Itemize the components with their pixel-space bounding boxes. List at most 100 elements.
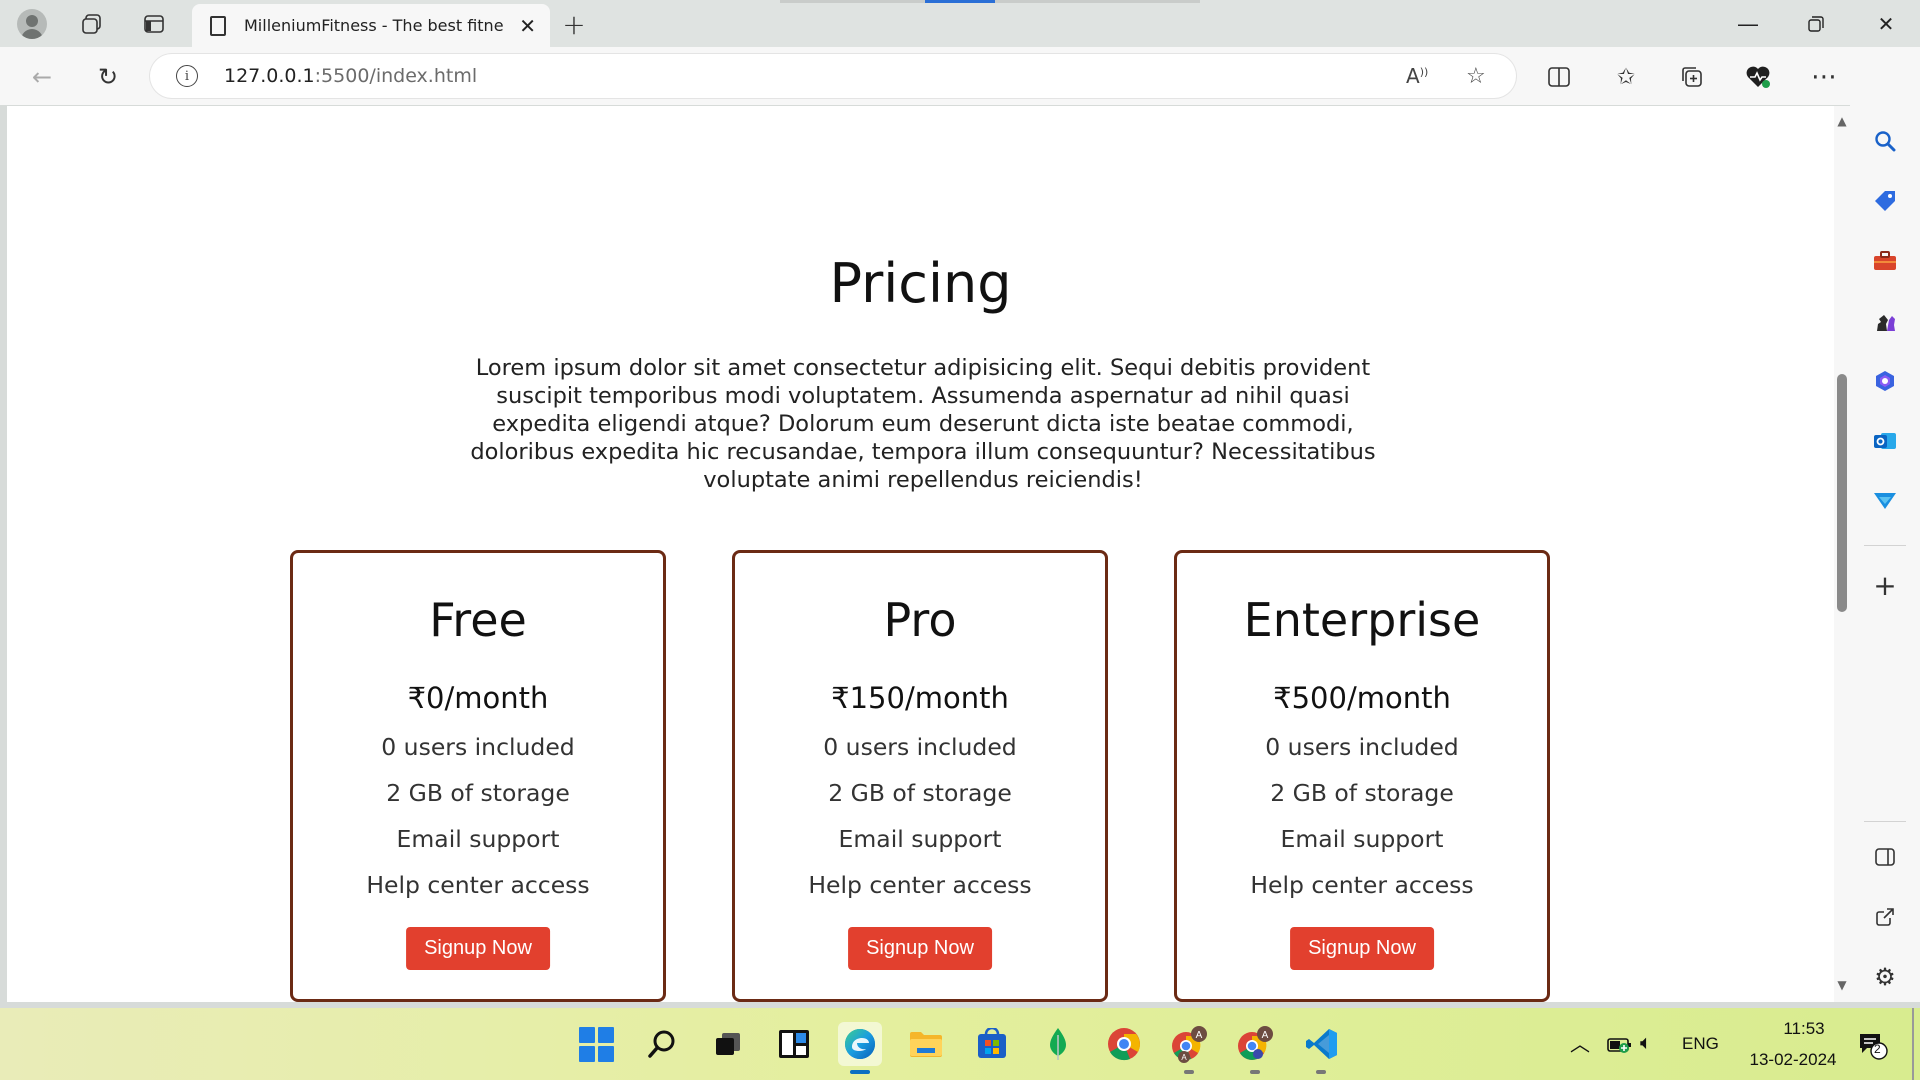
active-tab[interactable]: MilleniumFitness - The best fitne ✕ — [192, 4, 550, 47]
start-windows-icon[interactable] — [574, 1022, 618, 1066]
collections-icon[interactable] — [1674, 59, 1710, 95]
sidebar-divider — [1864, 545, 1906, 546]
signup-button-pro[interactable]: Signup Now — [848, 927, 992, 970]
drop-send-icon[interactable] — [1867, 483, 1903, 519]
profile-avatar-icon[interactable] — [14, 6, 50, 42]
split-screen-icon[interactable] — [1541, 59, 1577, 95]
plan-feature: Help center access — [366, 871, 590, 899]
tab-strip: MilleniumFitness - The best fitne ✕ + ― … — [0, 0, 1920, 47]
plan-price: ₹0/month — [407, 681, 549, 715]
plan-feature: 0 users included — [381, 733, 575, 761]
scroll-thumb[interactable] — [1837, 374, 1847, 612]
microsoft-365-icon[interactable] — [1867, 363, 1903, 399]
task-view-icon[interactable] — [706, 1022, 750, 1066]
plan-feature: 2 GB of storage — [828, 779, 1012, 807]
plan-feature: Help center access — [808, 871, 1032, 899]
plan-name: Enterprise — [1243, 593, 1481, 647]
clock-time[interactable]: 11:53 — [1760, 1019, 1848, 1039]
chrome-icon[interactable] — [1102, 1022, 1146, 1066]
open-external-icon[interactable] — [1867, 899, 1903, 935]
minimize-icon[interactable]: ― — [1718, 0, 1778, 47]
pricing-card-enterprise: Enterprise ₹500/month 0 users included 2… — [1174, 550, 1550, 1002]
scroll-up-arrow-icon[interactable]: ▲ — [1836, 114, 1848, 128]
notification-count: 2 — [1874, 1042, 1881, 1056]
running-app-indicator — [1250, 1070, 1260, 1074]
web-page: Pricing Lorem ipsum dolor sit amet conse… — [7, 106, 1834, 1002]
notification-center-icon[interactable]: 2 — [1858, 1032, 1888, 1060]
refresh-icon[interactable]: ↻ — [90, 59, 126, 95]
url-text[interactable]: 127.0.0.1:5500/index.html — [224, 65, 477, 87]
plan-feature: Email support — [1280, 825, 1444, 853]
windows-taskbar: AA A ︿ 🔈︎ ENG 11:53 13-02-2024 2 — [0, 1008, 1920, 1080]
restore-icon[interactable] — [1786, 0, 1846, 47]
favorites-icon[interactable]: ✩ — [1608, 59, 1644, 95]
plan-price: ₹500/month — [1273, 681, 1451, 715]
chevron-up-icon[interactable]: ︿ — [1570, 1028, 1590, 1057]
search-icon[interactable] — [1867, 123, 1903, 159]
edge-sidebar: + ⚙ — [1850, 105, 1920, 1002]
active-app-indicator — [850, 1070, 870, 1074]
microsoft-store-icon[interactable] — [970, 1022, 1014, 1066]
pricing-card-free: Free ₹0/month 0 users included 2 GB of s… — [290, 550, 666, 1002]
battery-charging-icon[interactable] — [1607, 1036, 1633, 1058]
running-app-indicator — [1316, 1070, 1326, 1074]
pricing-card-pro: Pro ₹150/month 0 users included 2 GB of … — [732, 550, 1108, 1002]
games-chess-icon[interactable] — [1867, 303, 1903, 339]
chrome-profile-icon[interactable]: AA — [1168, 1022, 1212, 1066]
site-info-icon[interactable]: i — [176, 65, 198, 87]
svg-text:A: A — [1181, 1053, 1187, 1062]
close-tab-icon[interactable]: ✕ — [519, 14, 536, 38]
browser-toolbar: ← ↻ i 127.0.0.1:5500/index.html A)) ☆ ✩ … — [0, 47, 1920, 141]
pricing-title: Pricing — [829, 252, 1012, 315]
address-bar[interactable]: i 127.0.0.1:5500/index.html A)) ☆ — [150, 54, 1516, 98]
hide-sidebar-icon[interactable] — [1867, 839, 1903, 875]
plan-feature: 0 users included — [1265, 733, 1459, 761]
plan-feature: Help center access — [1250, 871, 1474, 899]
new-tab-plus-icon[interactable]: + — [558, 8, 590, 41]
plan-feature: Email support — [838, 825, 1002, 853]
loading-indicator — [780, 0, 1200, 3]
vscode-icon[interactable] — [1300, 1022, 1344, 1066]
outlook-icon[interactable] — [1867, 423, 1903, 459]
svg-text:A: A — [1262, 1030, 1269, 1041]
workspaces-icon[interactable] — [76, 8, 108, 40]
volume-speaker-icon[interactable]: 🔈︎ — [1640, 1032, 1652, 1055]
read-aloud-icon[interactable]: A)) — [1406, 64, 1428, 88]
tab-title: MilleniumFitness - The best fitne — [244, 16, 504, 35]
close-window-icon[interactable]: ✕ — [1856, 0, 1916, 47]
language-indicator[interactable]: ENG — [1682, 1034, 1719, 1054]
plan-price: ₹150/month — [831, 681, 1009, 715]
plan-name: Pro — [883, 593, 957, 647]
signup-button-enterprise[interactable]: Signup Now — [1290, 927, 1434, 970]
more-menu-icon[interactable]: ⋯ — [1806, 59, 1842, 95]
page-scrollbar[interactable]: ▲ ▼ — [1834, 106, 1850, 1002]
pricing-description: Lorem ipsum dolor sit amet consectetur a… — [470, 355, 1376, 493]
show-desktop-button[interactable] — [1912, 1008, 1914, 1080]
edge-browser-icon[interactable] — [838, 1022, 882, 1066]
mongodb-leaf-icon[interactable] — [1036, 1022, 1080, 1066]
back-arrow-icon[interactable]: ← — [24, 59, 60, 95]
svg-text:A: A — [1196, 1030, 1203, 1041]
page-document-icon — [210, 15, 226, 36]
settings-gear-icon[interactable]: ⚙ — [1867, 959, 1903, 995]
sidebar-divider — [1864, 821, 1906, 822]
tools-toolbox-icon[interactable] — [1867, 243, 1903, 279]
plan-feature: 0 users included — [823, 733, 1017, 761]
plan-name: Free — [429, 593, 527, 647]
file-explorer-folder-icon[interactable] — [904, 1022, 948, 1066]
plan-feature: 2 GB of storage — [1270, 779, 1454, 807]
scroll-down-arrow-icon[interactable]: ▼ — [1836, 978, 1848, 992]
widgets-icon[interactable] — [772, 1022, 816, 1066]
vertical-tabs-icon[interactable] — [138, 8, 170, 40]
plan-feature: Email support — [396, 825, 560, 853]
running-app-indicator — [1184, 1070, 1194, 1074]
shopping-tag-icon[interactable] — [1867, 183, 1903, 219]
add-sidebar-app-plus-icon[interactable]: + — [1867, 567, 1903, 603]
search-taskbar-icon[interactable] — [640, 1022, 684, 1066]
favorite-star-icon[interactable]: ☆ — [1466, 64, 1486, 89]
browser-essentials-heart-icon[interactable] — [1740, 59, 1776, 95]
signup-button-free[interactable]: Signup Now — [406, 927, 550, 970]
chrome-profile-2-icon[interactable]: A — [1234, 1022, 1278, 1066]
clock-date[interactable]: 13-02-2024 — [1738, 1050, 1848, 1070]
plan-feature: 2 GB of storage — [386, 779, 570, 807]
